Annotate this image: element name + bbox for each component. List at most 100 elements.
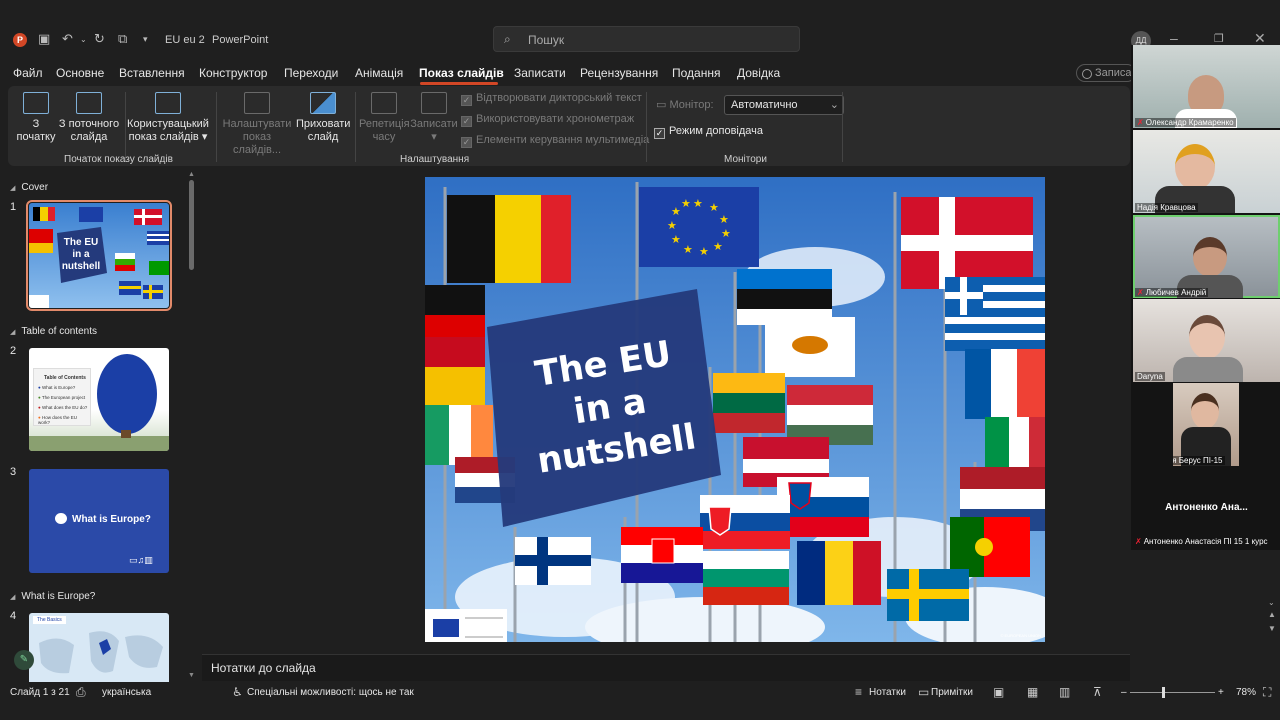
notes-icon[interactable]: ≡ (855, 685, 862, 699)
slide-sorter-icon[interactable]: ▦ (1027, 685, 1038, 699)
tab-design[interactable]: Конструктор (199, 66, 267, 80)
section-table-of-contents[interactable]: ◢ Table of contents (10, 326, 97, 337)
slide-show-icon[interactable]: ⊼ (1093, 685, 1102, 699)
undo-icon[interactable]: ↶ (62, 31, 73, 47)
minimize-icon[interactable]: – (1170, 30, 1178, 46)
slide-thumbnail-3[interactable]: What is Europe? ▭♫▥ (29, 469, 169, 573)
svg-text:★: ★ (667, 219, 677, 232)
comments-toggle[interactable]: Примітки (931, 687, 973, 698)
participant-video (1173, 357, 1243, 382)
ribbon-divider (646, 92, 647, 162)
comments-icon[interactable]: ▭ (918, 685, 929, 699)
tab-view[interactable]: Подання (672, 66, 720, 80)
section-what-is-europe[interactable]: ◢ What is Europe? (10, 591, 95, 602)
undo-dropdown-icon[interactable]: ⌄ (80, 35, 87, 44)
participant-tile-1[interactable]: ✗ Олександр Крамаренко (1133, 45, 1280, 128)
from-beginning-button[interactable]: З початку (14, 92, 58, 144)
setup-slide-show-button[interactable]: Налаштувати показ слайдів... (220, 92, 294, 157)
section-cover[interactable]: ◢ Cover (10, 182, 48, 193)
ribbon-divider (842, 92, 843, 162)
customize-toolbar-icon[interactable]: ▾ (143, 34, 148, 45)
zoom-in-icon[interactable]: + (1218, 687, 1224, 698)
mic-off-icon: ✗ (1137, 118, 1144, 127)
tab-transitions[interactable]: Переходи (284, 66, 338, 80)
setup-icon (244, 92, 270, 114)
slide-thumbnail-1[interactable]: The EU in a nutshell (26, 200, 172, 311)
spellcheck-icon[interactable]: ⎙ (76, 685, 86, 700)
notes-toggle[interactable]: Нотатки (869, 687, 906, 698)
fit-to-window-icon[interactable]: ⛶ (1263, 685, 1271, 700)
rehearse-timings-button[interactable]: Репетиція часу (359, 92, 410, 144)
scroll-down-icon[interactable]: ▼ (1268, 624, 1276, 633)
tab-help[interactable]: Довідка (737, 66, 780, 80)
accessibility-icon[interactable]: ♿ (232, 685, 243, 699)
participant-tile-3[interactable]: ✗ Любичев Андрій (1133, 215, 1280, 298)
edit-pen-icon[interactable]: ✎ (14, 650, 34, 670)
speech-bubble-icon (55, 513, 67, 524)
tab-home[interactable]: Основне (56, 66, 104, 80)
participant-tile-5[interactable]: ✗Наталія Берус ПІ-15 (1173, 383, 1239, 466)
zoom-out-icon[interactable]: – (1121, 687, 1127, 698)
record-slide-show-button[interactable]: Записати ▾ (410, 92, 458, 144)
thumbnails-scrollbar[interactable] (189, 180, 194, 270)
custom-show-label-1: Користувацький (127, 118, 209, 130)
tab-animations[interactable]: Анімація (355, 66, 403, 80)
media-controls-checkbox[interactable]: ✓ Елементи керування мультимедіа (461, 134, 649, 148)
reading-view-icon[interactable]: ▥ (1059, 685, 1070, 699)
ribbon-divider (355, 92, 356, 162)
search-input[interactable]: ⌕ Пошук (493, 26, 800, 52)
save-icon[interactable]: ▣ (38, 31, 50, 47)
accessibility-status[interactable]: Спеціальні можливості: щось не так (247, 687, 414, 698)
timings-label: Використовувати хронометраж (476, 113, 635, 125)
participant-video (1189, 315, 1225, 359)
svg-text:★: ★ (693, 197, 703, 210)
toc-heading: Table of Contents (44, 375, 86, 381)
toc-item: ● How does the EU work? (38, 415, 77, 425)
participant-tile-2[interactable]: Надія Кравцова (1133, 130, 1280, 213)
chevron-down-icon[interactable]: ⌄ (1268, 598, 1275, 607)
scroll-up-icon[interactable]: ▲ (188, 171, 195, 178)
slide-thumbnail-2[interactable]: Table of Contents ● What is Europe? ● Th… (29, 348, 169, 451)
collapse-icon: ◢ (10, 594, 16, 601)
present-icon[interactable]: ⧉ (118, 31, 127, 47)
svg-text:★: ★ (699, 245, 709, 258)
zoom-slider-thumb[interactable] (1162, 687, 1165, 698)
scroll-up-icon[interactable]: ▲ (1268, 610, 1276, 619)
presenter-view-checkbox[interactable]: ✓ Режим доповідача (654, 125, 763, 139)
tab-record[interactable]: Записати (514, 66, 566, 80)
normal-view-icon[interactable]: ▣ (993, 685, 1004, 699)
status-bar: Слайд 1 з 21 ⎙ українська ♿ Спеціальні м… (0, 682, 1280, 720)
monitor-select[interactable]: Автоматично ⌄ (724, 95, 844, 115)
participant-name: Наталія Берус ПІ-15 (1173, 456, 1223, 465)
ribbon-divider (216, 92, 217, 162)
slide-number: 3 (10, 466, 17, 478)
participant-name: Надія Кравцова (1137, 203, 1196, 212)
slide-canvas[interactable]: ★ ★ ★ ★ ★ ★ ★ ★ ★ ★ ★ The EU in a nutshe… (425, 177, 1045, 642)
participant-initials-tile[interactable]: Антоненко Ана... (1133, 502, 1280, 513)
record-button[interactable]: Записати (1076, 64, 1136, 82)
hide-slide-button[interactable]: Приховати слайд (296, 92, 350, 144)
section-what-is-europe-label: What is Europe? (21, 591, 96, 602)
timings-checkbox[interactable]: ✓ Використовувати хронометраж (461, 113, 634, 127)
powerpoint-logo-icon: P (13, 33, 27, 47)
tab-insert[interactable]: Вставлення (119, 66, 185, 80)
search-icon: ⌕ (504, 32, 511, 46)
custom-slide-show-button[interactable]: Користувацький показ слайдів ▾ (126, 92, 210, 144)
toc-item-text: How does the EU work? (38, 415, 77, 425)
from-beginning-label: З початку (16, 118, 56, 143)
redo-icon[interactable]: ↻ (94, 31, 105, 47)
scroll-down-icon[interactable]: ▼ (188, 672, 195, 679)
tab-review[interactable]: Рецензування (580, 66, 658, 80)
zoom-slider[interactable] (1130, 692, 1215, 693)
from-current-label-2: слайда (70, 131, 108, 143)
tab-file[interactable]: Файл (13, 66, 43, 80)
slide-thumbnail-4[interactable]: The Basics (29, 613, 169, 682)
participant-tile-4[interactable]: Daryna (1133, 299, 1280, 382)
language-indicator[interactable]: українська (102, 687, 151, 698)
notes-pane[interactable]: Нотатки до слайда (202, 654, 1130, 681)
tab-slide-show[interactable]: Показ слайдів (419, 66, 504, 80)
zoom-level[interactable]: 78% (1236, 687, 1256, 698)
narration-checkbox[interactable]: ✓ Відтворювати дикторський текст (461, 92, 642, 106)
restore-icon[interactable]: ❐ (1214, 32, 1224, 45)
from-current-slide-button[interactable]: З поточного слайда (56, 92, 122, 144)
